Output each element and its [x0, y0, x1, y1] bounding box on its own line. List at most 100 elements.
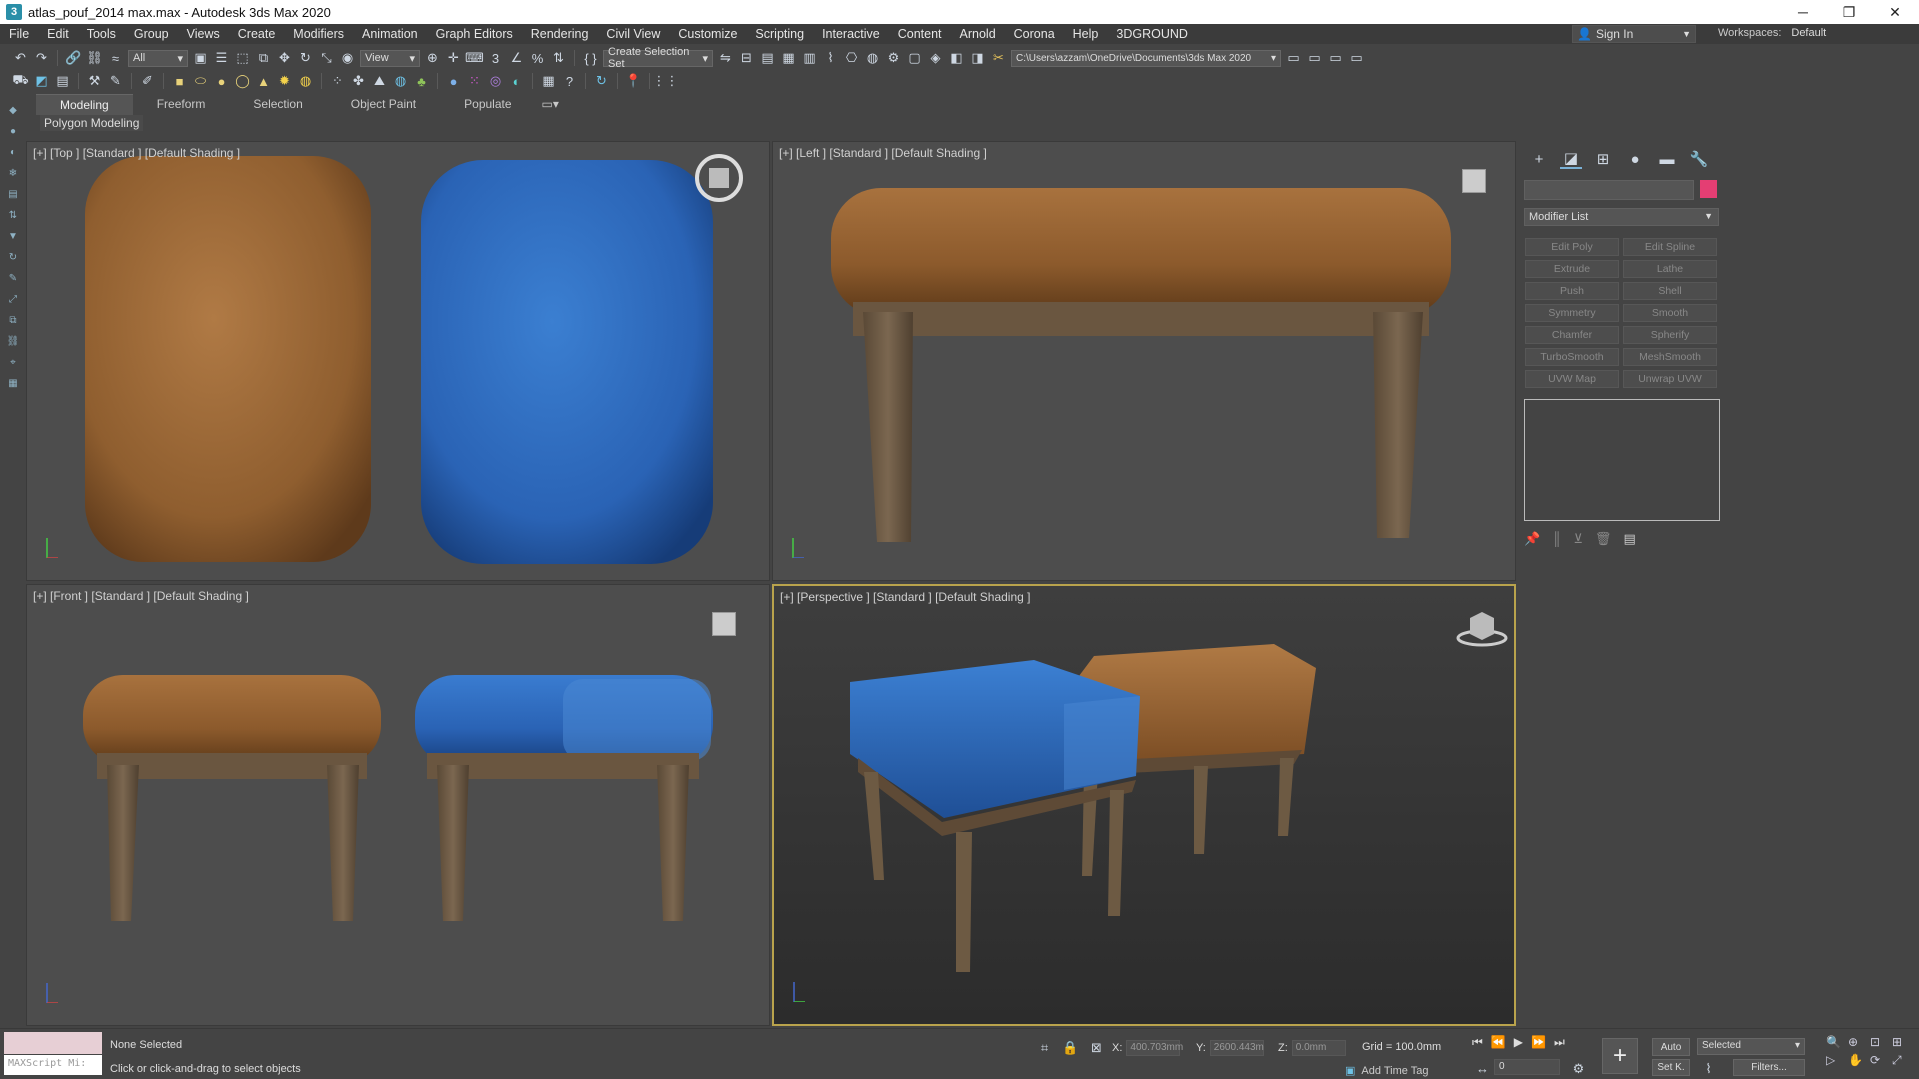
render-to-texture-icon[interactable]: ◨	[969, 50, 986, 67]
menu-group[interactable]: Group	[125, 24, 178, 44]
group-icon[interactable]: ⧉	[0, 310, 26, 331]
window-crossing-icon[interactable]: ⧉	[255, 50, 272, 67]
edit-named-selection-icon[interactable]: { }	[582, 50, 599, 67]
material-editor-icon[interactable]: ◍	[864, 50, 881, 67]
render-icon[interactable]: ◩	[33, 73, 50, 90]
sign-in-dropdown[interactable]: 👤 Sign In ▼	[1572, 25, 1696, 43]
create-tab-icon[interactable]: +	[1528, 149, 1550, 169]
paint-icon[interactable]: ✐	[139, 73, 156, 90]
absolute-mode-icon[interactable]: ⊠	[1088, 1039, 1105, 1056]
freeze-icon[interactable]: ❄	[0, 163, 26, 184]
viewport-label-top[interactable]: [+] [Top ] [Standard ] [Default Shading …	[33, 146, 240, 160]
named-selection-set-dropdown[interactable]: Create Selection Set ▾	[603, 46, 713, 70]
rendered-frame-window-icon[interactable]: ▢	[906, 50, 923, 67]
ground-tools-icon[interactable]: ✂	[990, 50, 1007, 67]
menu-customize[interactable]: Customize	[669, 24, 746, 44]
tab-object-paint[interactable]: Object Paint	[327, 94, 440, 114]
place-icon[interactable]: ◉	[339, 50, 356, 67]
toggle-ribbon-icon[interactable]: ▥	[801, 50, 818, 67]
grip-icon[interactable]: ⋮⋮	[653, 73, 679, 90]
key-filters-button[interactable]: Filters...	[1733, 1059, 1805, 1076]
menu-scripting[interactable]: Scripting	[746, 24, 813, 44]
utilities-tab-icon[interactable]: 🔧	[1688, 149, 1710, 169]
next-frame-icon[interactable]: ⏩	[1531, 1035, 1546, 1050]
set-key-button[interactable]: Set K.	[1652, 1059, 1690, 1076]
multimap-icon[interactable]: ⁙	[466, 73, 483, 90]
modify-tab-icon[interactable]: ◪	[1560, 149, 1582, 169]
tab-populate[interactable]: Populate	[440, 94, 535, 114]
polygon-modeling-panel[interactable]: Polygon Modeling	[40, 115, 144, 131]
time-configuration-icon[interactable]: ⚙	[1570, 1060, 1587, 1077]
orbit-icon[interactable]: ⟳	[1870, 1053, 1890, 1068]
fabric-pouf-top[interactable]	[421, 160, 713, 564]
restore-button[interactable]: ❐	[1826, 0, 1872, 24]
wood-leg[interactable]	[657, 765, 689, 921]
object-color-swatch[interactable]	[1700, 180, 1717, 198]
tab-modeling[interactable]: Modeling	[36, 93, 133, 115]
bind-space-warp-icon[interactable]: ≈	[107, 50, 124, 67]
brush-icon[interactable]: ✎	[107, 73, 124, 90]
frame-buffer-icon[interactable]: ▤	[54, 73, 71, 90]
menu-views[interactable]: Views	[178, 24, 229, 44]
isolate-selection-icon[interactable]: ⌗	[1036, 1039, 1053, 1056]
rotate-icon[interactable]: ↻	[297, 50, 314, 67]
symmetry-button[interactable]: Symmetry	[1525, 304, 1619, 322]
proxy-icon[interactable]: ✤	[350, 73, 367, 90]
expand-icon[interactable]: ⤢	[0, 289, 26, 310]
material-sphere-icon[interactable]: ●	[445, 73, 462, 90]
layered-material-icon[interactable]: ◎	[487, 73, 504, 90]
zoom-all-icon[interactable]: ⊕	[1848, 1035, 1868, 1049]
box-primitive-icon[interactable]: ■	[171, 73, 188, 90]
leather-cushion-front[interactable]	[83, 675, 381, 765]
wood-leg-front[interactable]	[863, 312, 913, 542]
hierarchy-tab-icon[interactable]: ⊞	[1592, 149, 1614, 169]
viewport-left[interactable]: [+] [Left ] [Standard ] [Default Shading…	[772, 141, 1516, 581]
menu-file[interactable]: File	[0, 24, 38, 44]
edit-icon[interactable]: ✎	[0, 268, 26, 289]
sun-light-icon[interactable]: ✹	[276, 73, 293, 90]
remove-modifier-icon[interactable]: 🗑	[1595, 531, 1612, 547]
wood-frame-rail[interactable]	[853, 302, 1429, 336]
motion-tab-icon[interactable]: ●	[1624, 149, 1646, 169]
spinner-snap-icon[interactable]: ⇅	[550, 50, 567, 67]
snaps-toggle-icon[interactable]: 3	[487, 50, 504, 67]
snap-icon[interactable]: ⌖	[0, 352, 26, 373]
viewport-label-front[interactable]: [+] [Front ] [Standard ] [Default Shadin…	[33, 589, 249, 603]
omni-light-icon[interactable]: ◍	[297, 73, 314, 90]
percent-snap-icon[interactable]: %	[529, 50, 546, 67]
list-icon[interactable]: ▤	[0, 184, 26, 205]
project-new-icon[interactable]: ▭	[1306, 50, 1323, 67]
layer-icon[interactable]: ●	[0, 121, 26, 142]
wood-leg[interactable]	[327, 765, 359, 921]
ribbon-options-icon[interactable]: ▭▾	[536, 94, 565, 114]
viewport-label-perspective[interactable]: [+] [Perspective ] [Standard ] [Default …	[780, 590, 1030, 604]
help-icon[interactable]: ?	[561, 73, 578, 90]
viewport-front[interactable]: [+] [Front ] [Standard ] [Default Shadin…	[26, 584, 770, 1026]
reference-coordinate-dropdown[interactable]: View ▾	[360, 49, 420, 67]
edit-spline-button[interactable]: Edit Spline	[1623, 238, 1717, 256]
scatter-icon[interactable]: ⁘	[329, 73, 346, 90]
menu-create[interactable]: Create	[229, 24, 285, 44]
menu-tools[interactable]: Tools	[78, 24, 125, 44]
scale-icon[interactable]: ⤡	[318, 50, 335, 67]
lathe-button[interactable]: Lathe	[1623, 260, 1717, 278]
displacement-icon[interactable]: ⛰	[371, 73, 388, 90]
play-icon[interactable]: ▶	[1514, 1035, 1523, 1050]
zoom-extents-all-icon[interactable]: ⊞	[1892, 1035, 1912, 1049]
zoom-extents-icon[interactable]: ⊡	[1870, 1035, 1890, 1049]
edit-poly-button[interactable]: Edit Poly	[1525, 238, 1619, 256]
rectangular-selection-icon[interactable]: ⬚	[234, 50, 251, 67]
filter-icon[interactable]: ▼	[0, 226, 26, 247]
hide-icon[interactable]: ◐	[0, 142, 26, 163]
cone-primitive-icon[interactable]: ▲	[255, 73, 272, 90]
smooth-button[interactable]: Smooth	[1623, 304, 1717, 322]
menu-corona[interactable]: Corona	[1005, 24, 1064, 44]
wood-leg[interactable]	[437, 765, 469, 921]
layout-icon[interactable]: ◆	[0, 100, 26, 121]
go-to-start-icon[interactable]: ⏮	[1472, 1035, 1483, 1050]
project-open-icon[interactable]: ▭	[1285, 50, 1302, 67]
torus-primitive-icon[interactable]: ◯	[234, 73, 251, 90]
tools-icon[interactable]: ⚒	[86, 73, 103, 90]
add-time-tag[interactable]: ▣ Add Time Tag	[1345, 1064, 1428, 1078]
key-mode-icon[interactable]: ↔	[1474, 1060, 1491, 1077]
